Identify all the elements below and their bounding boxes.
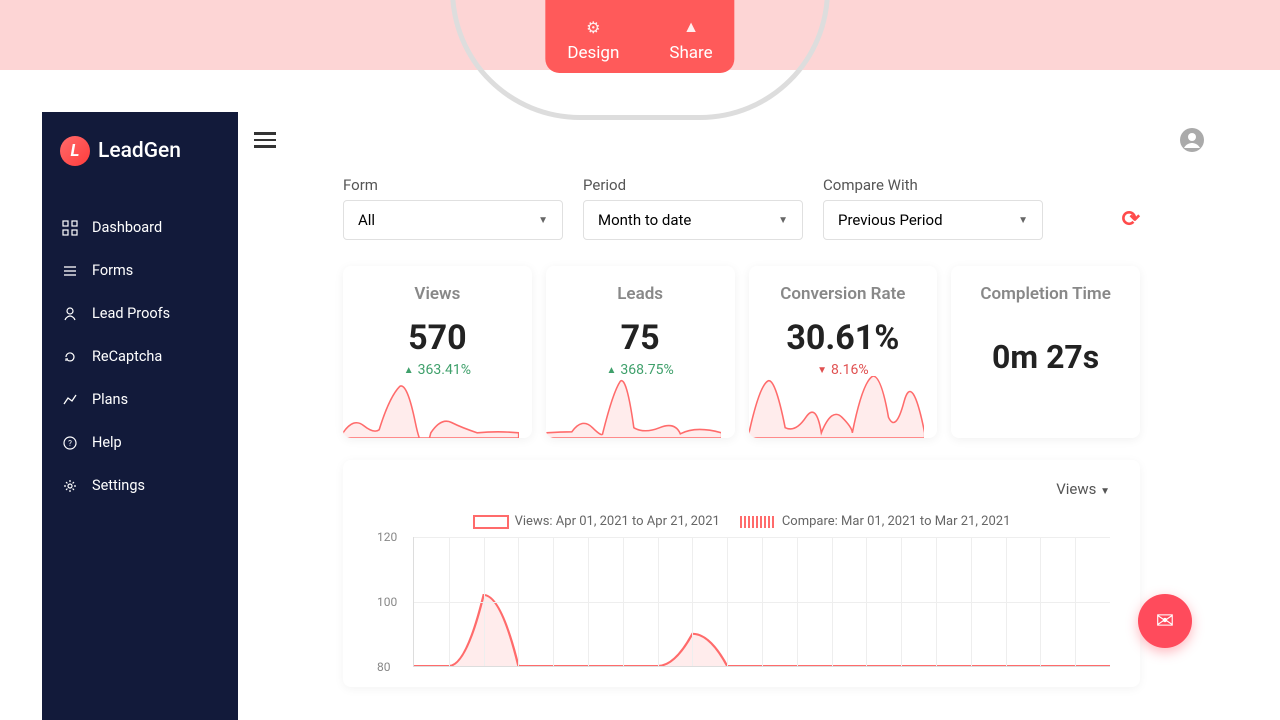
card-title: Completion Time bbox=[951, 284, 1140, 304]
card-title: Leads bbox=[546, 284, 735, 304]
compare-select[interactable]: Previous Period ▼ bbox=[823, 200, 1043, 240]
chat-fab[interactable]: ✉ bbox=[1138, 594, 1192, 648]
filter-bar: Form All ▼ Period Month to date ▼ Compar… bbox=[343, 176, 1140, 240]
user-icon bbox=[62, 306, 78, 322]
help-icon: ? bbox=[62, 435, 78, 451]
period-select-value: Month to date bbox=[598, 211, 691, 229]
stat-cards: Views 570 ▲363.41% Leads 75 ▲368.75% Con… bbox=[343, 266, 1140, 438]
card-value: 570 bbox=[343, 318, 532, 358]
card-title: Conversion Rate bbox=[749, 284, 938, 304]
card-conversion: Conversion Rate 30.61% ▼8.16% bbox=[749, 266, 938, 438]
legend-swatch-icon bbox=[473, 515, 509, 529]
sparkline bbox=[343, 376, 519, 438]
user-circle-icon bbox=[1180, 128, 1204, 152]
sidebar-item-recaptcha[interactable]: ReCaptcha bbox=[42, 335, 238, 378]
sidebar-item-label: Lead Proofs bbox=[92, 305, 170, 322]
legend-item-compare: Compare: Mar 01, 2021 to Mar 21, 2021 bbox=[740, 514, 1011, 529]
y-tick: 80 bbox=[377, 660, 391, 674]
chart-metric-select[interactable]: Views ▼ bbox=[1056, 480, 1110, 498]
chat-icon: ✉ bbox=[1156, 609, 1174, 634]
chart-legend: Views: Apr 01, 2021 to Apr 21, 2021 Comp… bbox=[373, 514, 1110, 529]
filter-form-label: Form bbox=[343, 176, 563, 194]
sidebar-item-lead-proofs[interactable]: Lead Proofs bbox=[42, 292, 238, 335]
sidebar-item-label: Dashboard bbox=[92, 219, 162, 236]
card-value: 75 bbox=[546, 318, 735, 358]
sparkline bbox=[749, 376, 925, 438]
card-leads: Leads 75 ▲368.75% bbox=[546, 266, 735, 438]
gear-icon: ⚙ bbox=[567, 18, 619, 37]
sidebar-item-label: ReCaptcha bbox=[92, 348, 162, 365]
chevron-down-icon: ▼ bbox=[538, 215, 548, 226]
chevron-down-icon: ▼ bbox=[1100, 486, 1110, 497]
sidebar-item-help[interactable]: ? Help bbox=[42, 421, 238, 464]
chart-icon bbox=[62, 392, 78, 408]
filter-form: Form All ▼ bbox=[343, 176, 563, 240]
main-content: Form All ▼ Period Month to date ▼ Compar… bbox=[343, 176, 1140, 687]
sidebar-item-label: Settings bbox=[92, 477, 145, 494]
period-select[interactable]: Month to date ▼ bbox=[583, 200, 803, 240]
svg-text:?: ? bbox=[68, 439, 72, 448]
avatar[interactable] bbox=[1180, 128, 1204, 152]
filter-period-label: Period bbox=[583, 176, 803, 194]
card-views: Views 570 ▲363.41% bbox=[343, 266, 532, 438]
chevron-down-icon: ▼ bbox=[1018, 215, 1028, 226]
list-icon bbox=[62, 263, 78, 279]
menu-toggle[interactable] bbox=[254, 128, 276, 152]
triangle-up-icon: ▲ bbox=[607, 365, 617, 376]
chevron-down-icon: ▼ bbox=[778, 215, 788, 226]
grid-icon bbox=[62, 220, 78, 236]
nav: Dashboard Forms Lead Proofs ReCaptcha Pl… bbox=[42, 196, 238, 517]
logo-text: LeadGen bbox=[98, 139, 181, 163]
refresh-icon: ⟳ bbox=[1122, 207, 1140, 232]
sidebar-item-label: Plans bbox=[92, 391, 128, 408]
legend-label: Views: Apr 01, 2021 to Apr 21, 2021 bbox=[515, 514, 720, 529]
triangle-up-icon: ▲ bbox=[404, 365, 414, 376]
refresh-icon bbox=[62, 349, 78, 365]
sidebar-item-plans[interactable]: Plans bbox=[42, 378, 238, 421]
sparkline bbox=[546, 376, 722, 438]
logo: L LeadGen bbox=[42, 112, 238, 196]
tab-design[interactable]: ⚙ Design bbox=[567, 18, 619, 63]
sidebar-item-dashboard[interactable]: Dashboard bbox=[42, 206, 238, 249]
sidebar-item-label: Help bbox=[92, 434, 122, 451]
card-value: 0m 27s bbox=[951, 338, 1140, 376]
card-completion-time: Completion Time 0m 27s bbox=[951, 266, 1140, 438]
sidebar-item-label: Forms bbox=[92, 262, 133, 279]
chart-panel: Views ▼ Views: Apr 01, 2021 to Apr 21, 2… bbox=[343, 460, 1140, 687]
tab-design-label: Design bbox=[567, 43, 619, 63]
views-chart: 120 100 80 bbox=[413, 537, 1110, 667]
tab-share-label: Share bbox=[669, 43, 712, 63]
sidebar: L LeadGen Dashboard Forms Lead Proofs Re… bbox=[42, 112, 238, 720]
settings-icon bbox=[62, 478, 78, 494]
refresh-button[interactable]: ⟳ bbox=[1122, 207, 1140, 232]
form-select-value: All bbox=[358, 211, 375, 229]
legend-item-current: Views: Apr 01, 2021 to Apr 21, 2021 bbox=[473, 514, 720, 529]
rocket-icon: ▲ bbox=[669, 17, 712, 37]
filter-period: Period Month to date ▼ bbox=[583, 176, 803, 240]
top-tabs: ⚙ Design ▲ Share bbox=[545, 0, 734, 73]
tab-share[interactable]: ▲ Share bbox=[669, 17, 712, 63]
card-value: 30.61% bbox=[749, 318, 938, 358]
sidebar-item-forms[interactable]: Forms bbox=[42, 249, 238, 292]
legend-label: Compare: Mar 01, 2021 to Mar 21, 2021 bbox=[782, 514, 1011, 529]
logo-badge: L bbox=[60, 136, 90, 166]
filter-compare-label: Compare With bbox=[823, 176, 1043, 194]
chart-grid bbox=[413, 537, 1110, 667]
card-title: Views bbox=[343, 284, 532, 304]
compare-select-value: Previous Period bbox=[838, 211, 943, 229]
form-select[interactable]: All ▼ bbox=[343, 200, 563, 240]
filter-compare: Compare With Previous Period ▼ bbox=[823, 176, 1043, 240]
triangle-down-icon: ▼ bbox=[817, 365, 827, 376]
legend-swatch-icon bbox=[740, 516, 776, 528]
sidebar-item-settings[interactable]: Settings bbox=[42, 464, 238, 507]
y-tick: 120 bbox=[377, 530, 397, 544]
y-tick: 100 bbox=[377, 595, 397, 609]
